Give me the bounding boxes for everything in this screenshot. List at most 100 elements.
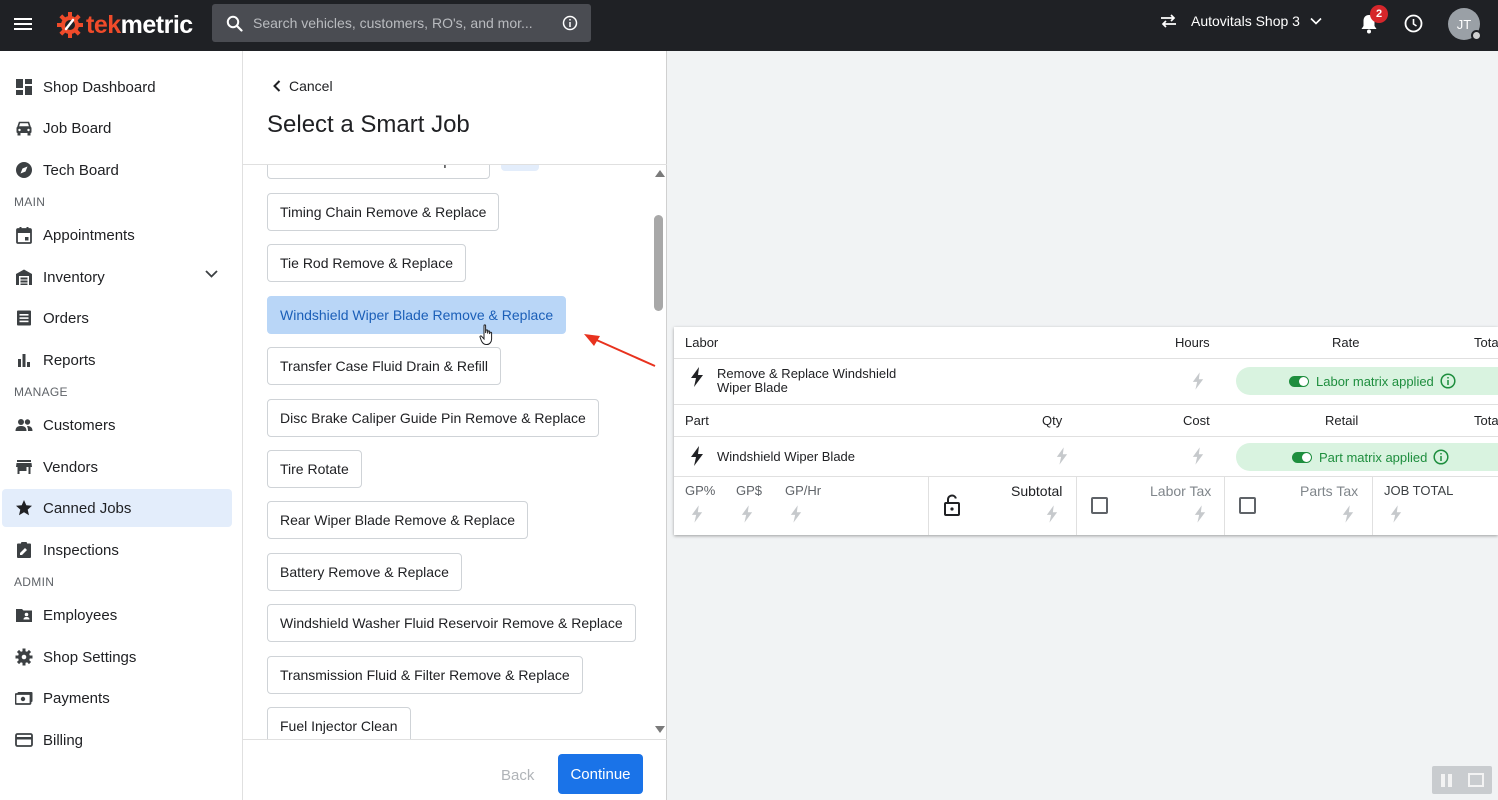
qty-header: Qty (1042, 413, 1063, 428)
smart-job-item[interactable]: Rear Wiper Blade Remove & Replace (267, 501, 528, 539)
cost-header: Cost (1183, 413, 1210, 428)
shop-switcher[interactable]: Autovitals Shop 3 (1160, 13, 1322, 29)
picture-icon (1468, 773, 1484, 787)
sidebar-item-label: Tech Board (43, 161, 119, 179)
sidebar-item-label: Payments (43, 689, 110, 707)
search-icon (226, 15, 243, 32)
part-header: Part (685, 413, 709, 428)
sidebar-item-label: Billing (43, 731, 84, 749)
info-icon[interactable] (1433, 449, 1449, 465)
sidebar-item-customers[interactable]: Customers (2, 406, 232, 444)
sidebar-item-orders[interactable]: Orders (2, 299, 232, 337)
lightning-icon (790, 505, 802, 523)
job-preview-card: Labor Hours Rate Tota Remove & Replace W… (674, 327, 1498, 535)
info-icon[interactable] (562, 15, 578, 31)
smart-job-list[interactable]: Brake Pads Remove & Replace Timing Chain… (243, 165, 651, 739)
job-total-label: JOB TOTAL (1384, 483, 1454, 498)
labor-name: Remove & Replace Windshield Wiper Blade (717, 366, 897, 395)
scroll-down-arrow-icon[interactable] (655, 726, 665, 733)
status-dot (1471, 30, 1482, 41)
sidebar-item-label: Shop Dashboard (43, 78, 156, 96)
sidebar: Shop Dashboard Job Board Tech Board MAIN… (0, 51, 243, 800)
cash-icon (15, 692, 33, 705)
sidebar-item-billing[interactable]: Billing (2, 721, 232, 759)
sidebar-item-label: Inventory (43, 268, 105, 286)
clock-icon[interactable] (1404, 14, 1423, 33)
smart-job-item[interactable]: Battery Remove & Replace (267, 553, 462, 591)
scrollbar[interactable] (651, 165, 667, 739)
lightning-icon (1194, 505, 1206, 523)
labor-tax-label: Labor Tax (1150, 483, 1212, 499)
part-row: Windshield Wiper Blade Part matrix appli… (674, 437, 1498, 477)
search-input[interactable] (253, 15, 543, 31)
smart-job-item[interactable]: Timing Chain Remove & Replace (267, 193, 500, 231)
rate-header: Rate (1332, 335, 1360, 350)
scroll-up-arrow-icon[interactable] (655, 170, 665, 177)
media-controls[interactable] (1432, 766, 1492, 794)
sidebar-item-job-board[interactable]: Job Board (2, 109, 232, 147)
sidebar-item-tech-board[interactable]: Tech Board (2, 151, 232, 189)
credit-card-icon (15, 733, 33, 747)
hours-header: Hours (1175, 335, 1210, 350)
sidebar-item-employees[interactable]: Employees (2, 596, 232, 634)
store-icon (16, 460, 32, 474)
global-search[interactable] (212, 4, 591, 42)
totals-row: GP% GP$ GP/Hr Subtotal Labor Tax Parts T… (674, 477, 1498, 535)
smart-job-item[interactable]: Windshield Washer Fluid Reservoir Remove… (267, 604, 636, 642)
sidebar-item-canned-jobs[interactable]: Canned Jobs (2, 489, 232, 527)
sidebar-item-vendors[interactable]: Vendors (2, 448, 232, 486)
toggle-icon[interactable] (1289, 375, 1309, 387)
smart-job-item[interactable]: Brake Pads Remove & Replace (267, 165, 490, 179)
sidebar-item-label: Canned Jobs (43, 499, 132, 517)
scroll-thumb[interactable] (654, 215, 663, 311)
sidebar-item-label: Shop Settings (43, 648, 137, 666)
sidebar-item-label: Job Board (43, 119, 112, 137)
lightning-icon (691, 505, 703, 523)
toggle-icon[interactable] (1292, 451, 1312, 463)
smart-job-item[interactable]: Transmission Fluid & Filter Remove & Rep… (267, 656, 583, 694)
section-label-admin: ADMIN (14, 575, 55, 589)
continue-button[interactable]: Continue (558, 754, 643, 794)
labor-tax-checkbox[interactable] (1091, 497, 1108, 514)
smart-job-item[interactable]: Tie Rod Remove & Replace (267, 244, 467, 282)
unlock-icon[interactable] (943, 494, 961, 516)
tekmetric-logo[interactable]: tekmetric (56, 7, 193, 43)
part-header-row: Part Qty Cost Retail Tota (674, 405, 1498, 437)
back-button[interactable]: Back (501, 767, 534, 784)
parts-tax-checkbox[interactable] (1239, 497, 1256, 514)
part-name: Windshield Wiper Blade (717, 449, 856, 464)
smart-job-item[interactable]: Transfer Case Fluid Drain & Refill (267, 347, 501, 385)
smart-job-item[interactable]: Disc Brake Caliper Guide Pin Remove & Re… (267, 399, 599, 437)
chevron-down-icon[interactable] (205, 270, 218, 278)
sidebar-item-inspections[interactable]: Inspections (2, 531, 232, 569)
gp-per-hour-label: GP/Hr (785, 483, 822, 498)
divider (1224, 477, 1225, 535)
gear-logo-icon (57, 12, 83, 38)
chevron-down-icon (1310, 17, 1322, 25)
labor-header-row: Labor Hours Rate Tota (674, 327, 1498, 359)
smart-job-item-selected[interactable]: Windshield Wiper Blade Remove & Replace (267, 296, 567, 334)
sidebar-item-label: Reports (43, 351, 96, 369)
sidebar-item-payments[interactable]: Payments (2, 679, 232, 717)
lightning-icon (691, 367, 703, 387)
info-icon[interactable] (1440, 373, 1456, 389)
lightning-icon (691, 446, 703, 466)
star-icon (16, 500, 32, 516)
sidebar-item-shop-dashboard[interactable]: Shop Dashboard (2, 68, 232, 106)
smart-job-item[interactable]: Fuel Injector Clean (267, 707, 411, 739)
menu-icon[interactable] (14, 15, 32, 35)
sidebar-item-inventory[interactable]: Inventory (2, 258, 232, 296)
cancel-link[interactable]: Cancel (273, 78, 333, 94)
shop-name: Autovitals Shop 3 (1191, 13, 1300, 29)
smart-job-item[interactable]: Tire Rotate (267, 450, 362, 488)
sidebar-item-shop-settings[interactable]: Shop Settings (2, 638, 232, 676)
sidebar-item-reports[interactable]: Reports (2, 341, 232, 379)
sidebar-item-label: Customers (43, 416, 116, 434)
divider (1372, 477, 1373, 535)
list-icon (17, 310, 31, 326)
lightning-icon (1192, 372, 1204, 390)
sidebar-item-label: Appointments (43, 226, 135, 244)
section-label-main: MAIN (14, 195, 46, 209)
partial-chip (501, 165, 539, 171)
sidebar-item-appointments[interactable]: Appointments (2, 216, 232, 254)
